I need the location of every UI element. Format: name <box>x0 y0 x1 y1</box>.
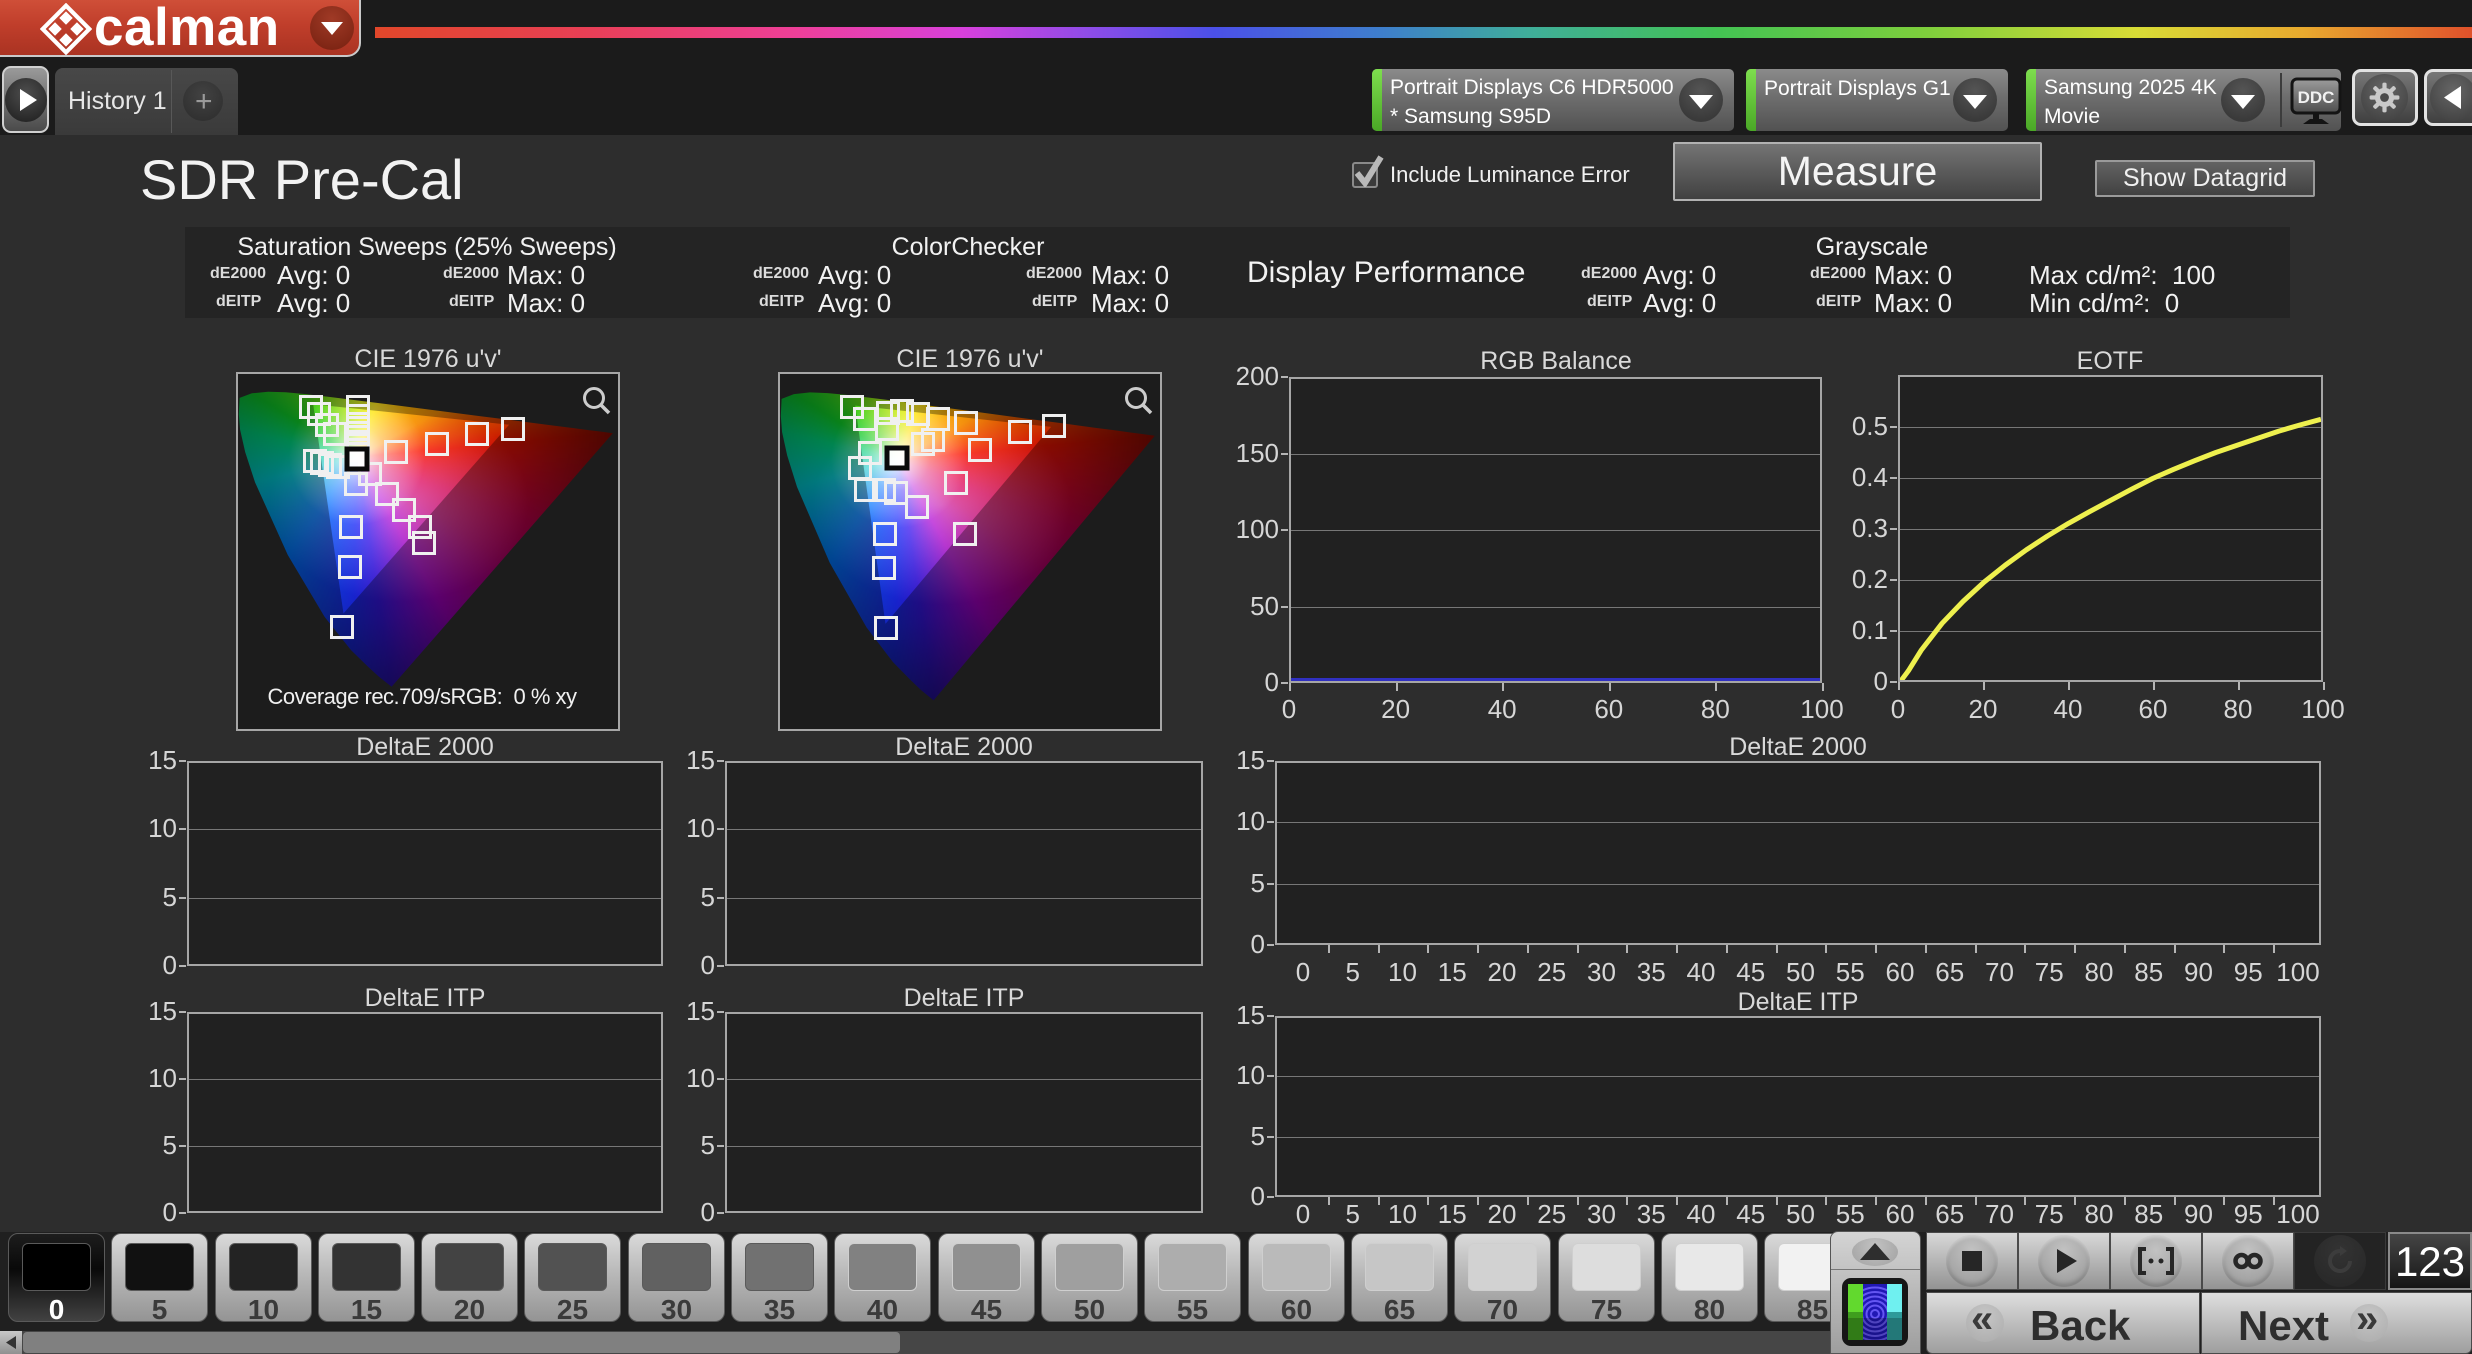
svg-text:DDC: DDC <box>2298 88 2335 107</box>
